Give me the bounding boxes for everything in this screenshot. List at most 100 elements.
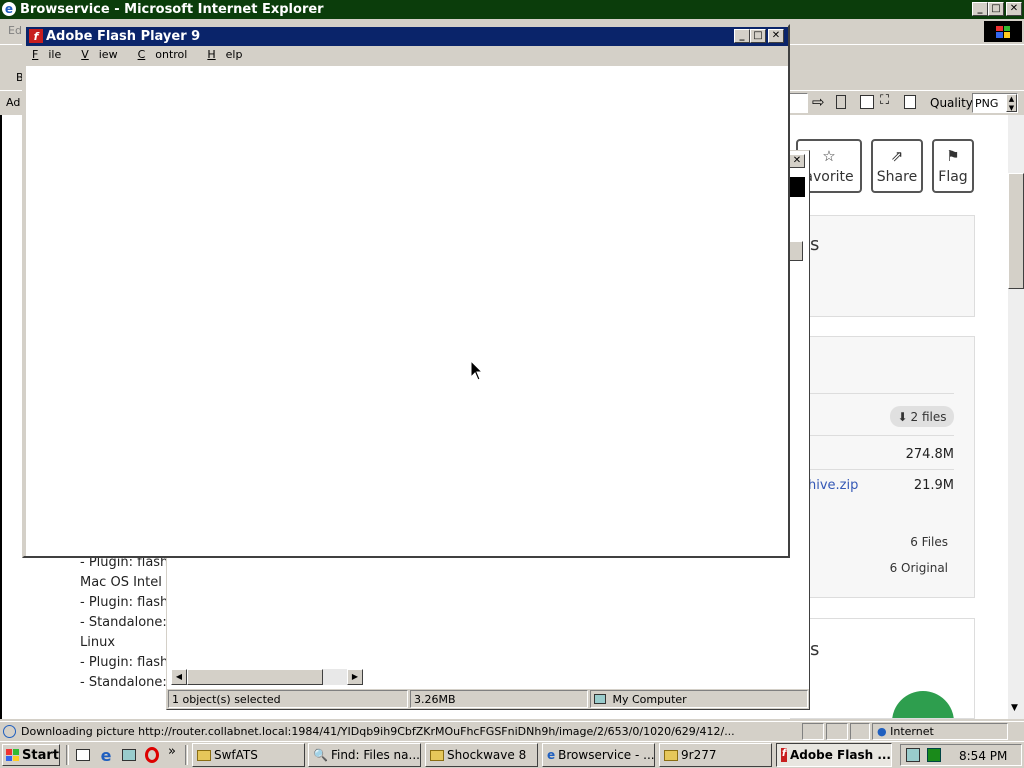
page-scrollbar[interactable]: ▼ xyxy=(1008,115,1024,719)
explorer-hscroll-thumb[interactable] xyxy=(187,669,323,685)
task-find[interactable]: 🔍 Find: Files na... xyxy=(308,743,421,767)
menu-view-key: V xyxy=(81,48,89,61)
desktop-icon[interactable] xyxy=(74,746,92,764)
ie-title-bar[interactable]: e Browservice - Microsoft Internet Explo… xyxy=(0,0,1024,19)
page-card-bottom: s xyxy=(790,618,975,719)
scroll-left-icon[interactable]: ◀ xyxy=(171,669,187,685)
files-count: 6 Files xyxy=(910,535,948,549)
start-button[interactable]: Start xyxy=(2,744,60,766)
selected-text: 1 object(s) selected xyxy=(172,693,281,706)
windows-logo-icon xyxy=(984,21,1022,42)
menu-control[interactable]: Control xyxy=(138,48,198,66)
flash-icon: f xyxy=(29,29,43,43)
status-pane-2 xyxy=(826,723,848,740)
scroll-down-icon[interactable]: ▼ xyxy=(1011,703,1018,713)
network-icon[interactable] xyxy=(120,746,138,764)
ie-restore-button[interactable]: □ xyxy=(988,2,1004,16)
quality-select[interactable]: PNG ▲ ▼ xyxy=(972,93,1018,113)
file-size-1: 274.8M xyxy=(905,447,954,462)
menu-file-key: F xyxy=(32,48,39,61)
flash-stage[interactable] xyxy=(26,66,788,556)
file-size-2: 21.9M xyxy=(913,478,954,493)
zone-label: Internet xyxy=(890,725,934,738)
flash-maximize-button[interactable]: □ xyxy=(750,29,766,43)
task-browservice[interactable]: e Browservice - ... xyxy=(542,743,655,767)
quicklaunch-chevron[interactable]: » xyxy=(168,744,176,759)
card-heading-partial-2: s xyxy=(810,639,820,660)
explorer-status-bar: 1 object(s) selected 3.26MB My Computer xyxy=(167,689,809,709)
menu-view[interactable]: View xyxy=(81,48,127,66)
explorer-hscrollbar[interactable]: ◀ ▶ xyxy=(171,669,363,685)
favorite-label: avorite xyxy=(804,169,854,185)
ie-minimize-button[interactable]: _ xyxy=(972,2,988,16)
menu-help[interactable]: Help xyxy=(207,48,252,66)
folder-icon xyxy=(430,749,444,761)
task-shockwave[interactable]: Shockwave 8 xyxy=(425,743,538,767)
status-pane-3 xyxy=(850,723,870,740)
platform-list: - Plugin: flash Mac OS Intel - Plugin: f… xyxy=(80,553,170,693)
share-button[interactable]: ⇗ Share xyxy=(871,139,923,193)
card-heading-partial: s xyxy=(810,234,820,255)
globe-icon: ● xyxy=(877,725,887,738)
bookmark-icon[interactable] xyxy=(836,95,846,109)
page-icon[interactable] xyxy=(860,95,874,109)
task-label: Shockwave 8 xyxy=(447,748,527,762)
flash-close-button[interactable]: ✕ xyxy=(768,29,784,43)
task-swfats[interactable]: SwfATS xyxy=(192,743,305,767)
explorer-status-size: 3.26MB xyxy=(410,690,588,708)
opera-icon[interactable] xyxy=(143,746,161,764)
flag-icon: ⚑ xyxy=(946,147,960,165)
menu-view-rest: iew xyxy=(98,48,118,61)
menu-help-key: H xyxy=(207,48,216,61)
flash-task-icon: f xyxy=(781,748,788,762)
page-card-files: ⬇ 2 files 274.8M hive.zip 21.9M 6 Files … xyxy=(790,336,975,598)
flash-minimize-button[interactable]: _ xyxy=(734,29,750,43)
platform-item: Mac OS Intel xyxy=(80,575,162,590)
flag-button[interactable]: ⚑ Flag xyxy=(932,139,974,193)
ie-window-title: Browservice - Microsoft Internet Explore… xyxy=(20,2,324,17)
quicklaunch-divider xyxy=(66,745,69,765)
location-text: My Computer xyxy=(612,693,687,706)
task-adobe-flash[interactable]: f Adobe Flash ... xyxy=(776,743,892,767)
green-tray-icon[interactable] xyxy=(927,748,941,762)
address-label: Ad xyxy=(6,96,21,109)
task-label: SwfATS xyxy=(214,748,258,762)
flag-label: Flag xyxy=(938,169,968,185)
page-card-top: s xyxy=(790,215,975,317)
share-label: Share xyxy=(876,169,918,185)
files-divider-3 xyxy=(790,469,954,470)
quality-label: Quality xyxy=(930,96,973,110)
computer-icon xyxy=(594,694,606,704)
status-text: Downloading picture http://router.collab… xyxy=(21,725,735,738)
flash-menu-bar: File View Control Help xyxy=(32,48,262,66)
ie-menu-edit-partial[interactable]: Ed xyxy=(8,24,22,37)
platform-item: - Plugin: flash xyxy=(80,595,169,610)
binoculars-icon[interactable]: ⛶ xyxy=(880,93,889,108)
menu-control-key: C xyxy=(137,48,146,61)
flash-title-bar[interactable]: f Adobe Flash Player 9 xyxy=(26,27,788,46)
files-badge[interactable]: ⬇ 2 files xyxy=(890,406,954,427)
quality-spin-icon[interactable]: ▲ ▼ xyxy=(1006,94,1017,112)
quality-select-value: PNG xyxy=(975,97,999,110)
archive-link[interactable]: hive.zip xyxy=(808,478,858,493)
scroll-right-icon[interactable]: ▶ xyxy=(347,669,363,685)
ie-icon: e xyxy=(2,2,16,16)
clipboard-icon[interactable] xyxy=(904,95,916,109)
explorer-close-button[interactable]: ✕ xyxy=(789,154,805,168)
page-scrollbar-thumb[interactable] xyxy=(1008,173,1024,289)
task-label: Find: Files na... xyxy=(330,748,420,762)
task-9r277[interactable]: 9r277 xyxy=(659,743,772,767)
menu-file[interactable]: File xyxy=(32,48,71,66)
menu-help-rest: elp xyxy=(225,48,243,61)
explorer-status-location: My Computer xyxy=(590,690,808,708)
platform-item: Linux xyxy=(80,635,116,650)
task-label: Adobe Flash ... xyxy=(790,748,891,762)
go-arrow-icon[interactable]: ⇨ xyxy=(812,93,825,111)
ie-quicklaunch-icon[interactable]: e xyxy=(97,746,115,765)
star-icon: ☆ xyxy=(822,147,836,165)
ie-close-button[interactable]: ✕ xyxy=(1006,2,1022,16)
start-label: Start xyxy=(22,747,59,763)
network-tray-icon[interactable] xyxy=(906,748,920,762)
clock: 8:54 PM xyxy=(959,749,1008,763)
ie-status-bar: Downloading picture http://router.collab… xyxy=(0,721,1024,741)
